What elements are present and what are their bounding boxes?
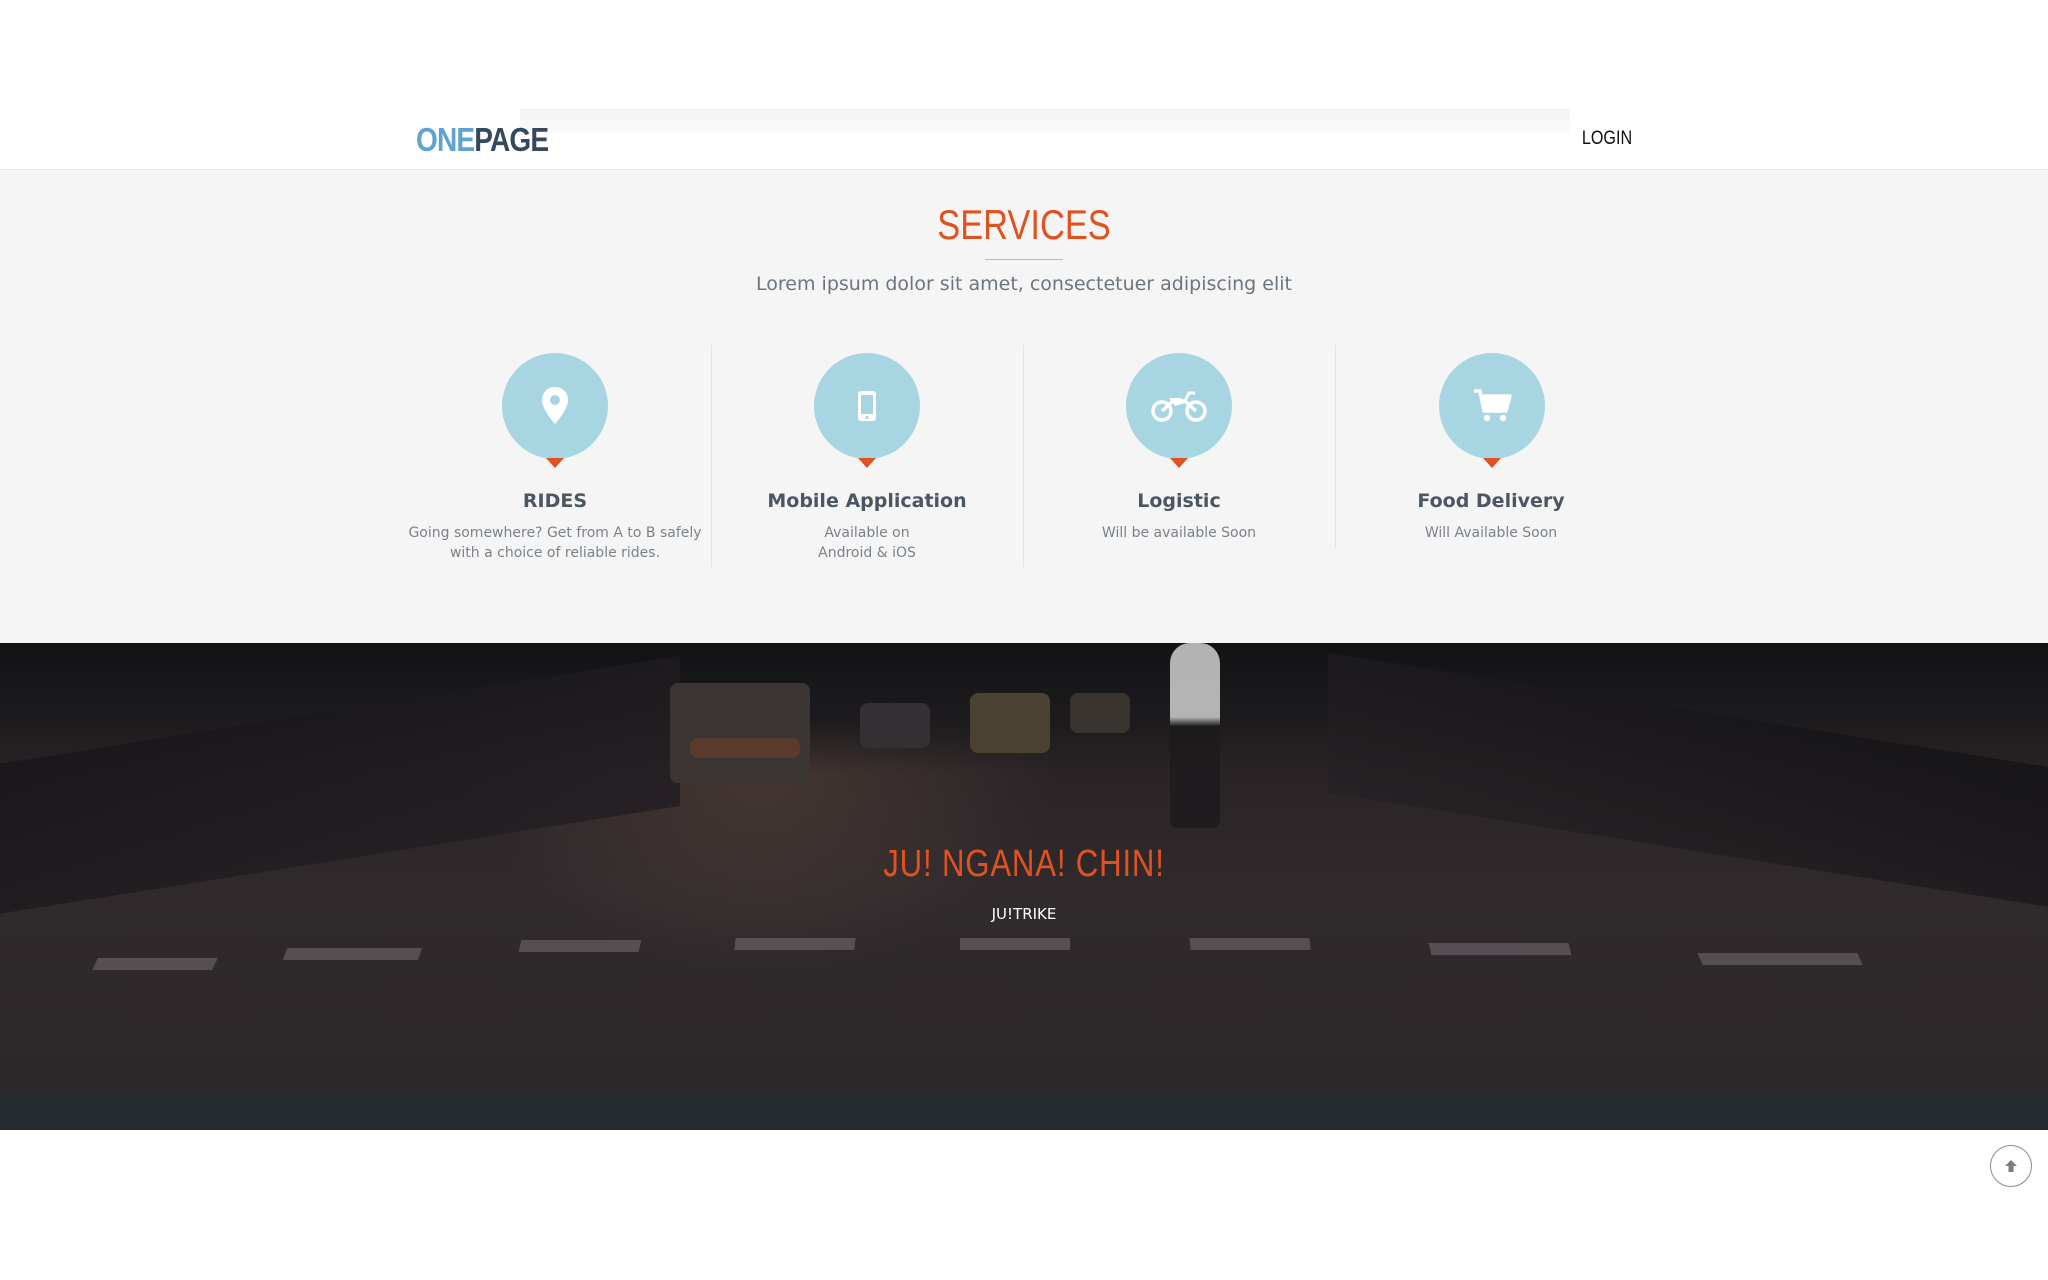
service-rides-desc-line1: Going somewhere? Get from A to B safely (408, 525, 702, 541)
page-bottom (0, 1130, 2048, 1194)
badge-pointer (1170, 458, 1188, 468)
service-food-name: Food Delivery (1417, 490, 1565, 512)
service-food-desc-line1: Will Available Soon (1424, 525, 1558, 541)
service-logistic-desc: Will be available Soon (1024, 523, 1334, 543)
service-mobile-icon-badge (814, 353, 920, 468)
scroll-to-top-button[interactable] (1990, 1145, 2032, 1187)
service-logistic-icon-badge (1126, 353, 1232, 468)
service-mobile-desc: Available on Android & iOS (712, 523, 1022, 563)
arrow-up-icon (2005, 1160, 2017, 1172)
crosswalk-stripe (1428, 943, 1572, 955)
mobile-phone-icon (858, 391, 876, 421)
footer-bar (0, 1091, 2048, 1130)
services-title: SERVICES (937, 201, 1111, 248)
service-divider (1335, 345, 1336, 547)
crosswalk-stripe (518, 940, 642, 952)
crosswalk-stripe (1189, 938, 1311, 950)
site-logo[interactable]: ONEPAGE (416, 121, 549, 159)
service-logistic-desc-line1: Will be available Soon (1101, 525, 1257, 541)
service-rides-desc-line2: with a choice of reliable rides. (449, 545, 661, 561)
service-rides-icon-badge (502, 353, 608, 468)
service-mobile-desc-line2: Android & iOS (818, 545, 916, 561)
banner-title: JU! NGANA! CHIN! (883, 843, 1165, 885)
services-section: SERVICES Lorem ipsum dolor sit amet, con… (0, 171, 2048, 643)
motorcycle-icon (1151, 391, 1207, 422)
crosswalk-stripe (92, 958, 218, 970)
banner-background-car (860, 703, 930, 748)
service-rides-desc: Going somewhere? Get from A to B safely … (400, 523, 710, 563)
service-rides-name: RIDES (522, 490, 588, 512)
crosswalk-stripe (734, 938, 856, 950)
logo-one-text: ONE (416, 121, 475, 158)
banner-background-car (1070, 693, 1130, 733)
logo-page-text: PAGE (474, 121, 549, 158)
service-logistic-name: Logistic (1137, 490, 1221, 512)
login-link[interactable]: LOGIN (1582, 128, 1632, 150)
banner-subtitle: JU!TRIKE (991, 905, 1057, 923)
banner-background-taxi (670, 683, 810, 783)
title-underline (985, 259, 1063, 260)
crosswalk-stripe (960, 938, 1070, 950)
services-subtitle: Lorem ipsum dolor sit amet, consectetuer… (756, 273, 1292, 295)
crosswalk-stripe (1697, 953, 1863, 965)
banner-background-taxi-lights (690, 738, 800, 758)
badge-pointer (546, 458, 564, 468)
navbar-shadow-strip (520, 109, 1570, 133)
banner-background-car (970, 693, 1050, 753)
service-food-desc: Will Available Soon (1336, 523, 1646, 543)
service-mobile-name: Mobile Application (767, 490, 967, 512)
badge-pointer (1483, 458, 1501, 468)
crosswalk-stripe (282, 948, 423, 960)
badge-pointer (858, 458, 876, 468)
service-food-icon-badge (1439, 353, 1545, 468)
top-navbar: ONEPAGE LOGIN (0, 109, 2048, 170)
service-mobile-desc-line1: Available on (824, 525, 910, 541)
shopping-cart-icon (1474, 389, 1512, 422)
hero-banner: JU! NGANA! CHIN! JU!TRIKE (0, 643, 2048, 1091)
banner-background-pedestrian (1170, 643, 1220, 828)
map-pin-icon (542, 387, 568, 424)
